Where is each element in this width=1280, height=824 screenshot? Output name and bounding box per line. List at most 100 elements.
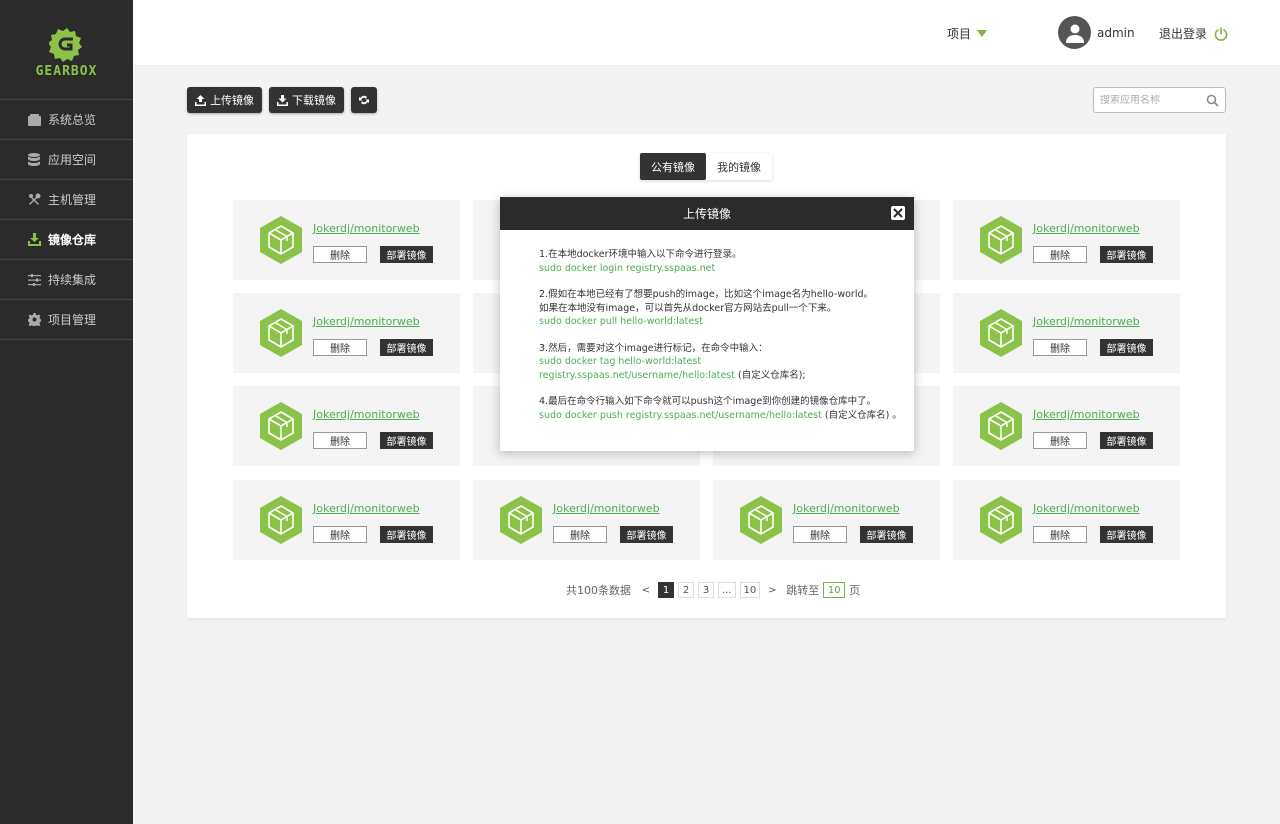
delete-button[interactable]: 删除: [313, 526, 367, 543]
delete-button[interactable]: 删除: [313, 339, 367, 356]
step-2: 2.假如在本地已经有了想要push的image，比如这个image名为hello…: [539, 288, 914, 329]
download-image-button[interactable]: 下载镜像: [269, 87, 344, 113]
image-card: Jokerdj/monitorweb 删除 部署镜像: [233, 200, 460, 280]
tab-my-images[interactable]: 我的镜像: [706, 153, 772, 180]
deploy-image-button[interactable]: 部署镜像: [380, 526, 433, 543]
image-name-link[interactable]: Jokerdj/monitorweb: [1033, 502, 1140, 515]
sliders-icon: [27, 273, 41, 287]
image-name-link[interactable]: Jokerdj/monitorweb: [1033, 315, 1140, 328]
sidebar-item-label: 项目管理: [48, 313, 97, 327]
step-4-note: (自定义仓库名) 。: [821, 409, 902, 421]
download-icon: [277, 94, 288, 106]
step-4-command-line: sudo docker push registry.sspaas.net/use…: [539, 409, 914, 423]
delete-button[interactable]: 删除: [793, 526, 847, 543]
delete-button[interactable]: 删除: [313, 432, 367, 449]
page-2[interactable]: 2: [678, 582, 694, 598]
upload-image-label: 上传镜像: [210, 94, 254, 107]
step-3-command-b: registry.sspaas.net/username/hello:lates…: [539, 369, 735, 381]
page-suffix: 页: [849, 584, 861, 597]
deploy-image-button[interactable]: 部署镜像: [1100, 526, 1153, 543]
modal-body: 1.在本地docker环境中输入以下命令进行登录。 sudo docker lo…: [500, 230, 914, 422]
deploy-image-button[interactable]: 部署镜像: [860, 526, 913, 543]
sidebar-item-host[interactable]: 主机管理: [0, 180, 133, 220]
page-ellipsis: ...: [718, 582, 736, 598]
jump-label: 跳转至: [786, 584, 820, 597]
step-1-command: sudo docker login registry.sspaas.net: [539, 262, 716, 274]
jump-page-input[interactable]: [823, 582, 846, 598]
logo-text: GEARBOX: [35, 64, 98, 79]
logout-label: 退出登录: [1159, 27, 1208, 41]
sidebar-item-image-repo[interactable]: 镜像仓库: [0, 220, 133, 260]
page-1[interactable]: 1: [658, 582, 674, 598]
step-4-text: 4.最后在命令行输入如下命令就可以push这个image到你创建的镜像仓库中了。: [539, 396, 877, 407]
caret-down-icon: [977, 30, 988, 37]
package-box-icon: [980, 402, 1022, 450]
sidebar-item-app-space[interactable]: 应用空间: [0, 140, 133, 180]
sidebar-item-overview[interactable]: 系统总览: [0, 100, 133, 140]
page-3[interactable]: 3: [698, 582, 714, 598]
delete-button[interactable]: 删除: [553, 526, 607, 543]
deploy-image-button[interactable]: 部署镜像: [620, 526, 673, 543]
package-box-icon: [980, 496, 1022, 544]
upload-image-button[interactable]: 上传镜像: [187, 87, 262, 113]
sidebar-item-label: 持续集成: [48, 273, 97, 287]
package-box-icon: [260, 216, 302, 264]
prev-page-button[interactable]: <: [638, 582, 654, 598]
package-box-icon: [260, 309, 302, 357]
logout-button[interactable]: 退出登录: [1159, 25, 1228, 42]
delete-button[interactable]: 删除: [1033, 246, 1087, 263]
delete-button[interactable]: 删除: [1033, 432, 1087, 449]
step-1: 1.在本地docker环境中输入以下命令进行登录。 sudo docker lo…: [539, 248, 914, 275]
search-input[interactable]: [1100, 94, 1200, 106]
image-name-link[interactable]: Jokerdj/monitorweb: [313, 502, 420, 515]
sidebar-item-ci[interactable]: 持续集成: [0, 260, 133, 300]
package-box-icon: [980, 216, 1022, 264]
delete-button[interactable]: 删除: [313, 246, 367, 263]
deploy-image-button[interactable]: 部署镜像: [380, 432, 433, 449]
deploy-image-button[interactable]: 部署镜像: [1100, 246, 1153, 263]
delete-button[interactable]: 删除: [1033, 526, 1087, 543]
project-dropdown[interactable]: 项目: [947, 25, 988, 42]
image-card: Jokerdj/monitorweb 删除 部署镜像: [953, 480, 1180, 560]
image-card: Jokerdj/monitorweb 删除 部署镜像: [233, 293, 460, 373]
package-box-icon: [740, 496, 782, 544]
sidebar-item-label: 系统总览: [48, 113, 97, 127]
package-box-icon: [260, 402, 302, 450]
image-name-link[interactable]: Jokerdj/monitorweb: [1033, 408, 1140, 421]
sidebar-item-project[interactable]: 项目管理: [0, 300, 133, 340]
delete-button[interactable]: 删除: [1033, 339, 1087, 356]
deploy-image-button[interactable]: 部署镜像: [1100, 339, 1153, 356]
deploy-image-button[interactable]: 部署镜像: [380, 246, 433, 263]
close-button[interactable]: [891, 206, 905, 220]
image-name-link[interactable]: Jokerdj/monitorweb: [313, 315, 420, 328]
user-icon: [1065, 24, 1084, 43]
database-icon: [27, 153, 41, 167]
image-card: Jokerdj/monitorweb 删除 部署镜像: [473, 480, 700, 560]
step-3: 3.然后，需要对这个image进行标记，在命令中输入： sudo docker …: [539, 342, 914, 383]
step-3-note: (自定义仓库名);: [734, 369, 806, 381]
tab-public-images[interactable]: 公有镜像: [640, 153, 706, 180]
download-image-label: 下载镜像: [292, 94, 336, 107]
page-10[interactable]: 10: [739, 582, 761, 598]
step-1-text: 1.在本地docker环境中输入以下命令进行登录。: [539, 249, 742, 260]
image-card: Jokerdj/monitorweb 删除 部署镜像: [953, 386, 1180, 466]
refresh-button[interactable]: [351, 87, 377, 113]
power-icon: [1214, 26, 1228, 41]
step-3-command: sudo docker tag hello-world:latest: [539, 356, 702, 367]
avatar[interactable]: [1058, 16, 1091, 49]
image-name-link[interactable]: Jokerdj/monitorweb: [313, 408, 420, 421]
search-icon[interactable]: [1206, 94, 1219, 107]
modal-header: 上传镜像: [500, 197, 914, 230]
total-count: 共100条数据: [566, 584, 631, 597]
package-box-icon: [260, 496, 302, 544]
image-name-link[interactable]: Jokerdj/monitorweb: [1033, 222, 1140, 235]
image-name-link[interactable]: Jokerdj/monitorweb: [793, 502, 900, 515]
deploy-image-button[interactable]: 部署镜像: [380, 339, 433, 356]
image-name-link[interactable]: Jokerdj/monitorweb: [313, 222, 420, 235]
logo[interactable]: GEARBOX: [0, 0, 133, 100]
username: admin: [1097, 26, 1135, 40]
sidebar-item-label: 主机管理: [48, 193, 97, 207]
next-page-button[interactable]: >: [764, 582, 781, 598]
deploy-image-button[interactable]: 部署镜像: [1100, 432, 1153, 449]
image-name-link[interactable]: Jokerdj/monitorweb: [553, 502, 660, 515]
